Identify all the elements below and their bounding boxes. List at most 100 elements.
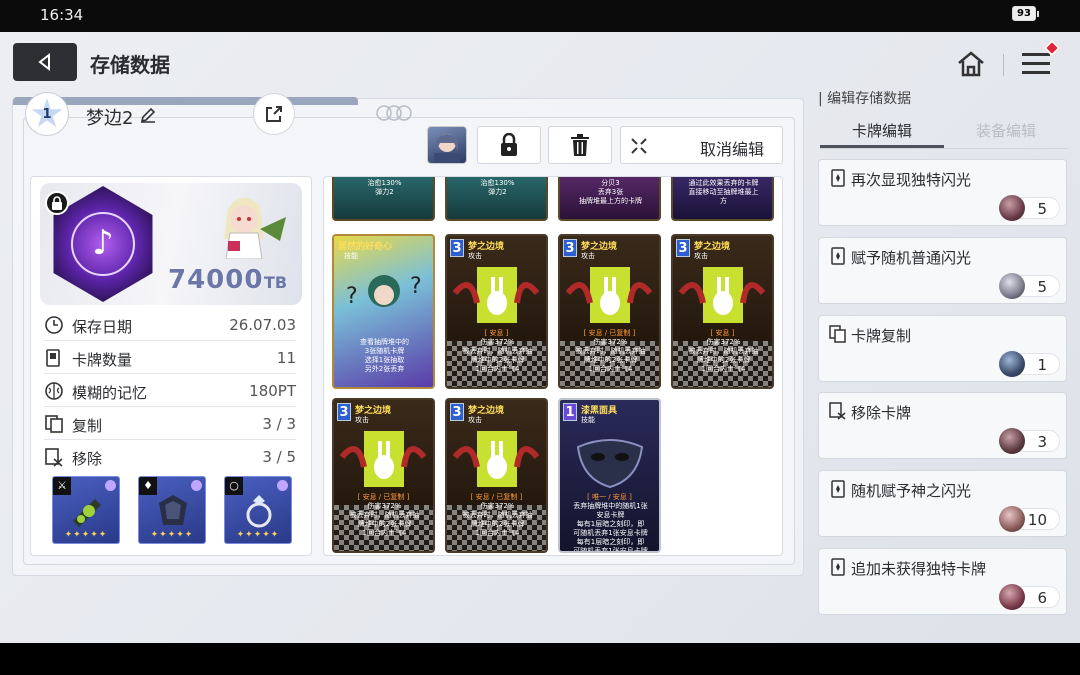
option-cost: 5: [999, 195, 1060, 221]
card-type: 技能: [344, 252, 358, 260]
equipment-slot-weapon[interactable]: ⚔ ✦✦✦✦✦: [52, 476, 120, 544]
rank-badge: 1: [25, 92, 69, 136]
share-icon: [266, 106, 282, 122]
card-description: 伤害372% 被丢弃时，随机丢弃抽 牌堆中的2张卡牌 1回合内士气4: [688, 338, 759, 373]
crystal-currency-icon: [999, 506, 1025, 532]
card-cost: 1: [563, 403, 577, 421]
card[interactable]: 治愈130% 弹力2: [445, 177, 548, 221]
cancel-edit-button[interactable]: 取消编辑: [620, 126, 783, 164]
save-hero-banner: ♪ 74000 TB: [40, 183, 302, 305]
cancel-edit-label: 取消编辑: [699, 140, 764, 159]
chibi-character-icon: [224, 197, 286, 259]
card[interactable]: 居然的好奇心 技能 ?? 查看抽牌堆中的 3张随机卡牌 选择1张抽取 另外2张丢弃: [332, 234, 435, 389]
svg-text:?: ?: [410, 274, 422, 299]
card[interactable]: 1 漆黑面具 技能 [ 唯一 / 安息 ] 丢弃抽牌堆中的随机1张 安息卡牌 每有1…: [558, 398, 661, 553]
stat-value: 26.07.03: [229, 316, 296, 334]
card-description: 丢弃抽牌堆中的随机1张 安息卡牌 每有1层暗之刻印，即 可随机丢弃1张安息卡牌 每有1层…: [573, 502, 648, 553]
option-cost: 3: [999, 428, 1060, 454]
card-tag: [ 安息 / 已复制 ]: [470, 493, 523, 501]
rabbit-card-art-icon: [452, 431, 540, 487]
cost-value: 10: [1027, 511, 1047, 529]
home-icon[interactable]: [955, 48, 987, 80]
card[interactable]: 3 梦之边境 攻击 [ 安息 / 已复制 ] 伤害372% 被丢弃时，随机丢弃抽牌…: [558, 234, 661, 389]
stat-row-save-date: 保存日期 26.07.03: [44, 308, 296, 341]
card-flash-icon: [831, 247, 845, 265]
trash-icon: [571, 134, 589, 156]
card-type: 攻击: [581, 252, 595, 260]
rabbit-card-art-icon: [678, 267, 766, 323]
character-avatar-button[interactable]: [427, 126, 467, 164]
equipment-slot-armor[interactable]: ♦ ✦✦✦✦✦: [138, 476, 206, 544]
option-cost: 10: [999, 506, 1060, 532]
menu-button[interactable]: [1020, 39, 1061, 78]
card-type: 攻击: [468, 252, 482, 260]
card-description: 伤害372% 被丢弃时，随机丢弃抽 牌堆中的2张卡牌 1回合内士气4: [462, 502, 533, 537]
card[interactable]: 治愈130% 弹力2: [332, 177, 435, 221]
share-button[interactable]: [253, 93, 295, 135]
brain-icon: [45, 382, 63, 400]
rabbit-card-art-icon: [452, 267, 540, 323]
stat-value: 11: [276, 349, 296, 367]
option-random-god-flash[interactable]: 随机赋予神之闪光 10: [818, 470, 1067, 537]
right-panel-title: | 编辑存储数据: [818, 91, 912, 107]
card-type: 技能: [581, 416, 595, 424]
equipment-slot-ring[interactable]: ○ ✦✦✦✦✦: [224, 476, 292, 544]
delete-button[interactable]: [548, 126, 612, 164]
treble-clef-icon: ♪: [71, 212, 135, 276]
option-reshow-unique-flash[interactable]: 再次显现独特闪光 5: [818, 159, 1067, 226]
card-tag: [ 安息 ]: [484, 329, 509, 337]
character-card-art-icon: ??: [346, 274, 422, 309]
card[interactable]: 3 梦之边境 攻击 [ 安息 / 已复制 ] 伤害372% 被丢弃时，随机丢弃抽牌…: [332, 398, 435, 553]
card-description: 通过此效果丢弃的卡牌 直接移动至抽牌堆最上方: [688, 179, 759, 205]
cost-value: 5: [1037, 278, 1047, 296]
clock-icon: [45, 316, 63, 334]
card-tag: [ 安息 ]: [710, 329, 735, 337]
diamond-ring-icon: [246, 495, 272, 528]
card-description: 伤害372% 被丢弃时，随机丢弃抽 牌堆中的2张卡牌 1回合内士气4: [349, 502, 420, 537]
card-flash-icon: [831, 169, 845, 187]
card-cost: 3: [676, 239, 690, 257]
card-description: 治愈130% 弹力2: [480, 179, 515, 196]
armor-piece-icon: [159, 495, 187, 525]
option-label: 卡牌复制: [851, 327, 912, 345]
stat-label: 保存日期: [72, 318, 133, 336]
card[interactable]: 3 梦之边境 攻击 [ 安息 ] 伤害372% 被丢弃时，随机丢弃抽 牌堆中的2张卡…: [671, 234, 774, 389]
lock-icon: [501, 133, 517, 156]
cost-value: 6: [1037, 589, 1047, 607]
option-random-normal-flash[interactable]: 赋予随机普通闪光 5: [818, 237, 1067, 304]
card-count-icon: [46, 349, 60, 367]
gun-weapon-icon: [73, 499, 101, 527]
tab-card-edit[interactable]: 卡牌编辑: [820, 120, 944, 148]
card-cost: 3: [450, 239, 464, 257]
status-bar: 16:34 93: [0, 0, 1080, 32]
deck-card-grid: 治愈130% 弹力2 治愈130% 弹力2 分贝3 丢弃3张 抽牌堆最上方的卡牌 通过此…: [323, 176, 783, 556]
card[interactable]: 分贝3 丢弃3张 抽牌堆最上方的卡牌: [558, 177, 661, 221]
status-time: 16:34: [40, 6, 84, 24]
option-card-copy[interactable]: 卡牌复制 1: [818, 315, 1067, 382]
tb-value: 74000: [168, 265, 264, 295]
card-type: 攻击: [355, 416, 369, 424]
card-description: 伤害372% 被丢弃时，随机丢弃抽 牌堆中的2张卡牌 1回合内士气4: [575, 338, 646, 373]
card-description: 查看抽牌堆中的 3张随机卡牌 选择1张抽取 另外2张丢弃: [360, 338, 409, 373]
cost-value: 1: [1037, 356, 1047, 374]
stat-value: 3 / 5: [262, 448, 296, 466]
option-label: 再次显现独特闪光: [851, 171, 972, 189]
tab-equipment-edit[interactable]: 装备编辑: [944, 120, 1068, 148]
pencil-icon[interactable]: [139, 106, 157, 124]
card[interactable]: 3 梦之边境 攻击 [ 安息 ] 伤害372% 被丢弃时，随机丢弃抽 牌堆中的2张卡…: [445, 234, 548, 389]
star-icon: 1: [31, 98, 63, 128]
lock-button[interactable]: [477, 126, 541, 164]
tb-unit: TB: [264, 273, 288, 292]
option-add-unowned-unique-card[interactable]: 追加未获得独特卡牌 6: [818, 548, 1067, 615]
stat-label: 复制: [72, 417, 103, 435]
svg-text:?: ?: [346, 284, 358, 309]
option-cost: 5: [999, 273, 1060, 299]
divider: [1003, 54, 1004, 76]
option-cost: 1: [999, 351, 1060, 377]
card-flash-icon: [831, 558, 845, 576]
card[interactable]: 3 梦之边境 攻击 [ 安息 / 已复制 ] 伤害372% 被丢弃时，随机丢弃抽牌…: [445, 398, 548, 553]
option-remove-card[interactable]: 移除卡牌 3: [818, 392, 1067, 459]
back-button[interactable]: [13, 43, 77, 81]
card[interactable]: 通过此效果丢弃的卡牌 直接移动至抽牌堆最上方: [671, 177, 774, 221]
copy-icon: [45, 415, 63, 433]
